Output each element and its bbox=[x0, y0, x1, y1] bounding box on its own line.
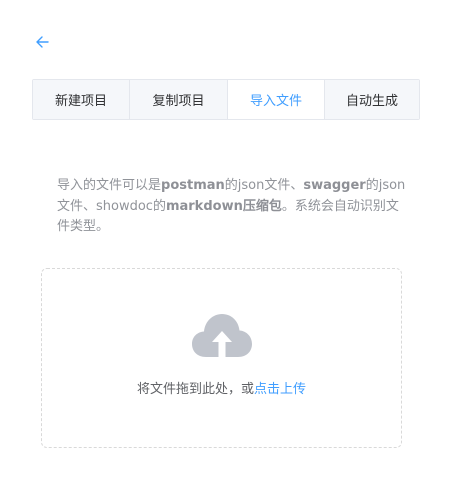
description-text-2: 的json文件、 bbox=[224, 178, 304, 193]
upload-hint: 将文件拖到此处，或点击上传 bbox=[42, 378, 401, 397]
description-text-1: 导入的文件可以是 bbox=[57, 178, 162, 193]
description-markdown: markdown压缩包 bbox=[165, 198, 282, 214]
description-postman: postman bbox=[161, 178, 225, 193]
arrow-left-icon bbox=[36, 36, 49, 48]
tab-import-file[interactable]: 导入文件 bbox=[228, 80, 325, 119]
tab-copy-project[interactable]: 复制项目 bbox=[130, 80, 228, 119]
import-project-page: 新建项目 复制项目 导入文件 自动生成 导入的文件可以是postman的json… bbox=[0, 0, 456, 503]
back-button[interactable] bbox=[31, 31, 53, 53]
tab-bar: 新建项目 复制项目 导入文件 自动生成 bbox=[32, 79, 420, 120]
import-description: 导入的文件可以是postman的json文件、swagger的json文件、sh… bbox=[57, 176, 409, 238]
description-swagger: swagger bbox=[303, 178, 366, 193]
click-upload-link[interactable]: 点击上传 bbox=[254, 382, 306, 397]
tab-auto-generate[interactable]: 自动生成 bbox=[325, 80, 419, 119]
tab-new-project[interactable]: 新建项目 bbox=[33, 80, 130, 119]
cloud-upload-icon bbox=[192, 314, 252, 357]
upload-dropzone[interactable]: 将文件拖到此处，或点击上传 bbox=[41, 268, 402, 448]
upload-hint-text: 将文件拖到此处，或 bbox=[136, 382, 254, 397]
